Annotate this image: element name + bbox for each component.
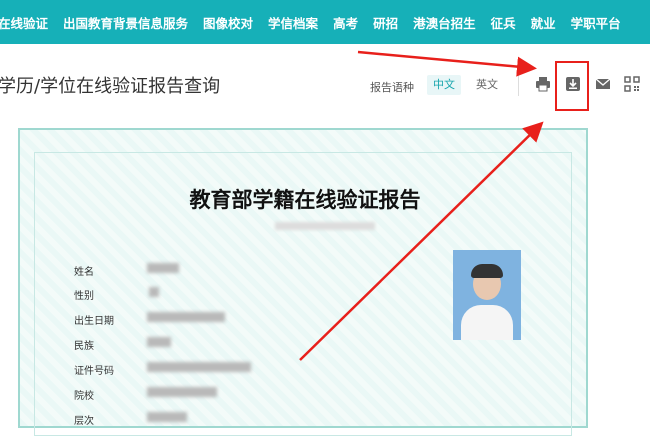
arrow-to-download-top [357,50,537,77]
annotation-arrows [299,50,544,361]
arrow-to-download-bottom [299,121,544,361]
